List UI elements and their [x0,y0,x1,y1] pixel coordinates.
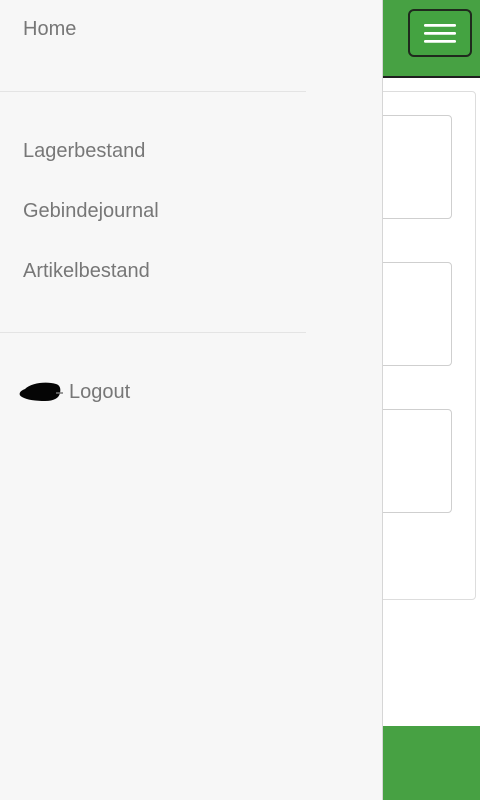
sign-out-icon [17,380,63,404]
drawer-item-lagerbestand[interactable]: Lagerbestand [23,139,145,163]
menu-toggle-button[interactable] [408,9,472,57]
drawer-item-gebindejournal[interactable]: Gebindejournal [23,199,159,223]
hamburger-menu-icon [424,24,456,43]
drawer-divider-top [0,91,306,92]
app-screen: Home Lagerbestand Gebindejournal Artikel… [0,0,480,800]
drawer-divider-bottom [0,332,306,333]
drawer-item-home[interactable]: Home [23,17,76,41]
logout-label: Logout [69,381,131,403]
logout-item[interactable]: Logout [17,380,130,404]
drawer-item-artikelbestand[interactable]: Artikelbestand [23,259,150,283]
navigation-drawer: Home Lagerbestand Gebindejournal Artikel… [0,0,383,800]
